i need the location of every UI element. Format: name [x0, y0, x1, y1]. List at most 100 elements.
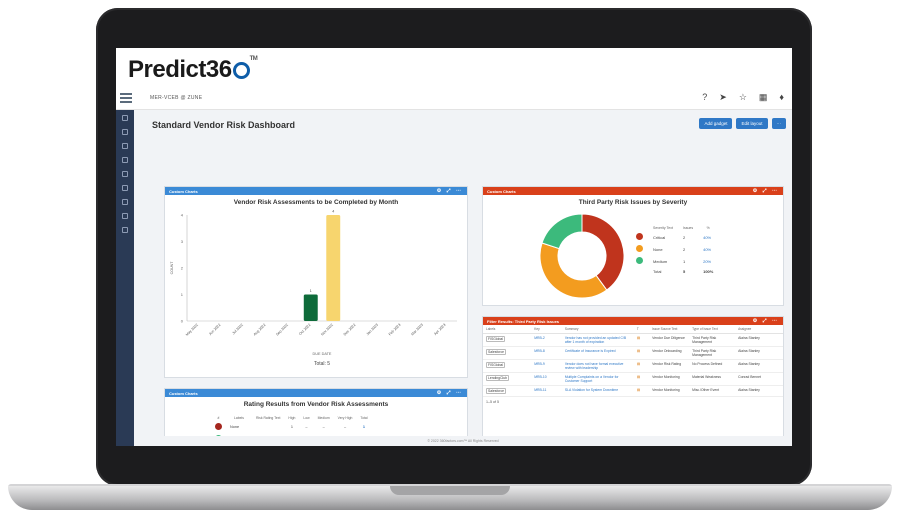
issues-col-header[interactable]: Summary [561, 325, 634, 334]
issue-summary[interactable]: Certificate of Insurance is Expired [561, 346, 634, 360]
issue-key[interactable]: MRB-10 [531, 372, 562, 386]
donut-slice-none[interactable] [539, 242, 608, 299]
issue-type: Material Weakness [689, 372, 736, 386]
issues-col-header[interactable]: Issue Source Text [649, 325, 690, 334]
severity-row[interactable]: None 2 40% [631, 243, 718, 255]
rating-cell: 1 [362, 425, 366, 429]
x-tick-label: Sep 2022 [275, 323, 289, 337]
breadcrumb[interactable]: MER-VCEB @ ZUNE [150, 95, 202, 101]
sidebar-folder-icon[interactable] [122, 185, 128, 191]
pager: 1–5 of 5 [486, 400, 499, 404]
issue-label[interactable]: FISGlobal [486, 336, 506, 342]
rating-row[interactable]: None 1 – – – 1 [211, 421, 372, 433]
issue-row[interactable]: LendingClub MRB-10 Multiple Complaints on … [483, 372, 783, 386]
issue-type: Third Party Risk Management [689, 333, 736, 347]
donut-slice-critical[interactable] [581, 213, 625, 291]
panel-controls-icon[interactable]: ⚙ ⤢ ⋯ [437, 390, 463, 396]
y-tick-label: 4 [181, 213, 184, 218]
panel-controls-icon[interactable]: ⚙ ⤢ ⋯ [437, 188, 463, 194]
issue-summary[interactable]: Vendor does not have formal executive re… [561, 359, 634, 373]
issue-row[interactable]: Salesforce MRB-8 Certificate of Insurance … [483, 346, 783, 360]
add-gadget-button[interactable]: Add gadget [699, 118, 733, 129]
issue-source: Vendor Due Diligence [649, 333, 690, 347]
sidebar-home-icon[interactable] [122, 115, 128, 121]
panel-controls-icon[interactable]: ⚙ ⤢ ⋯ [753, 188, 779, 194]
sidebar [116, 110, 134, 446]
issues-col-header[interactable]: T [633, 325, 650, 334]
panel-header: Custom Charts ⚙ ⤢ ⋯ [165, 187, 467, 195]
bell-icon[interactable]: ♦ [779, 92, 784, 103]
sidebar-user-icon[interactable] [122, 171, 128, 177]
severity-total-value: 5 [682, 269, 686, 274]
x-tick-label: May 2022 [185, 323, 199, 337]
toolbar: Add gadget Edit layout ··· [699, 118, 786, 129]
bar[interactable] [326, 215, 341, 321]
issue-source: Vendor Risk Rating [649, 359, 690, 373]
issue-label-cell: FISGlobal [483, 359, 532, 373]
bar[interactable] [303, 294, 318, 322]
star-icon[interactable]: ☆ [739, 92, 747, 103]
severity-issues: 2 [682, 246, 686, 252]
issue-source: Vendor Monitoring [649, 385, 690, 397]
donut-slice-medium[interactable] [541, 213, 583, 250]
issues-col-header[interactable]: Labels [483, 325, 532, 334]
issue-summary[interactable]: Vendor has not provided an updated C/B a… [561, 333, 634, 347]
severity-dot [631, 243, 648, 255]
issue-key[interactable]: MRB-8 [531, 346, 562, 360]
donut-chart [539, 213, 625, 299]
table-title: Rating Results from Vendor Risk Assessme… [243, 401, 389, 408]
issue-label[interactable]: FISGlobal [486, 362, 506, 368]
sidebar-shield-icon[interactable] [122, 199, 128, 205]
dashboard-main: Standard Vendor Risk Dashboard Add gadge… [134, 110, 792, 446]
issue-row[interactable]: FISGlobal MRB-9 Vendor does not have forma… [483, 359, 783, 373]
rating-cell: 1 [290, 425, 293, 429]
issue-summary[interactable]: SLA Violation for System Downtime [561, 385, 634, 397]
more-button[interactable]: ··· [771, 118, 786, 129]
edit-layout-button[interactable]: Edit layout [736, 118, 768, 129]
app-logo[interactable]: Predict36 TM [128, 56, 258, 84]
issue-label[interactable]: Salesforce [486, 349, 507, 355]
issue-key[interactable]: MRB-9 [531, 359, 562, 373]
sidebar-grid-icon[interactable] [122, 213, 128, 219]
issues-table: Labels Key Summary T Issue Source Text Type o… [483, 325, 783, 397]
bar-data-label: 4 [332, 210, 334, 214]
x-tick-label: Mar 2023 [410, 323, 424, 337]
severity-row[interactable]: Medium 1 20% [631, 255, 718, 267]
logo-tm: TM [249, 56, 258, 62]
rating-dot [211, 421, 226, 433]
severity-issues: 2 [682, 234, 686, 240]
severity-pct: 20% [703, 258, 712, 264]
issue-row[interactable]: Salesforce MRB-11 SLA Violation for System… [483, 385, 783, 397]
x-tick-label: Oct 2022 [298, 323, 311, 336]
send-icon[interactable]: ➤ [719, 92, 727, 103]
severity-pct: 40% [703, 246, 712, 252]
issue-summary[interactable]: Multiple Complaints on a Vendor for Cust… [561, 372, 634, 386]
panel-header: Custom Charts ⚙ ⤢ ⋯ [165, 389, 467, 397]
y-tick-label: 3 [181, 239, 184, 244]
issues-col-header[interactable]: Key [531, 325, 562, 334]
issues-col-header[interactable]: Assignee [735, 325, 783, 334]
issue-label[interactable]: LendingClub [486, 375, 510, 381]
severity-total-row: Total 5 100% [631, 267, 718, 276]
issue-row[interactable]: FISGlobal MRB-2 Vendor has not provided an… [483, 333, 783, 347]
issue-key[interactable]: MRB-2 [531, 333, 562, 347]
sidebar-send-icon[interactable] [122, 129, 128, 135]
severity-pct: 40% [703, 234, 712, 240]
rating-label: None [230, 425, 240, 429]
sidebar-gear-icon[interactable] [122, 157, 128, 163]
bookmark-icon[interactable]: ▦ [759, 92, 768, 103]
panel-controls-icon[interactable]: ⚙ ⤢ ⋯ [753, 318, 779, 324]
sidebar-settings-icon[interactable] [122, 227, 128, 233]
severity-issues: 1 [682, 258, 686, 264]
menu-icon[interactable] [120, 93, 132, 103]
issues-col-header[interactable]: Type of Issue Text [689, 325, 736, 334]
severity-name: Medium [653, 258, 668, 264]
sidebar-doc-icon[interactable] [122, 143, 128, 149]
help-icon[interactable]: ? [702, 92, 707, 103]
issue-source: Vendor Onboarding [649, 346, 690, 360]
issue-key[interactable]: MRB-11 [531, 385, 562, 397]
x-tick-label: Apr 2023 [433, 323, 446, 336]
rating-text-cell [252, 421, 284, 433]
severity-row[interactable]: Critical 2 40% [631, 231, 718, 243]
issue-label[interactable]: Salesforce [486, 388, 507, 394]
